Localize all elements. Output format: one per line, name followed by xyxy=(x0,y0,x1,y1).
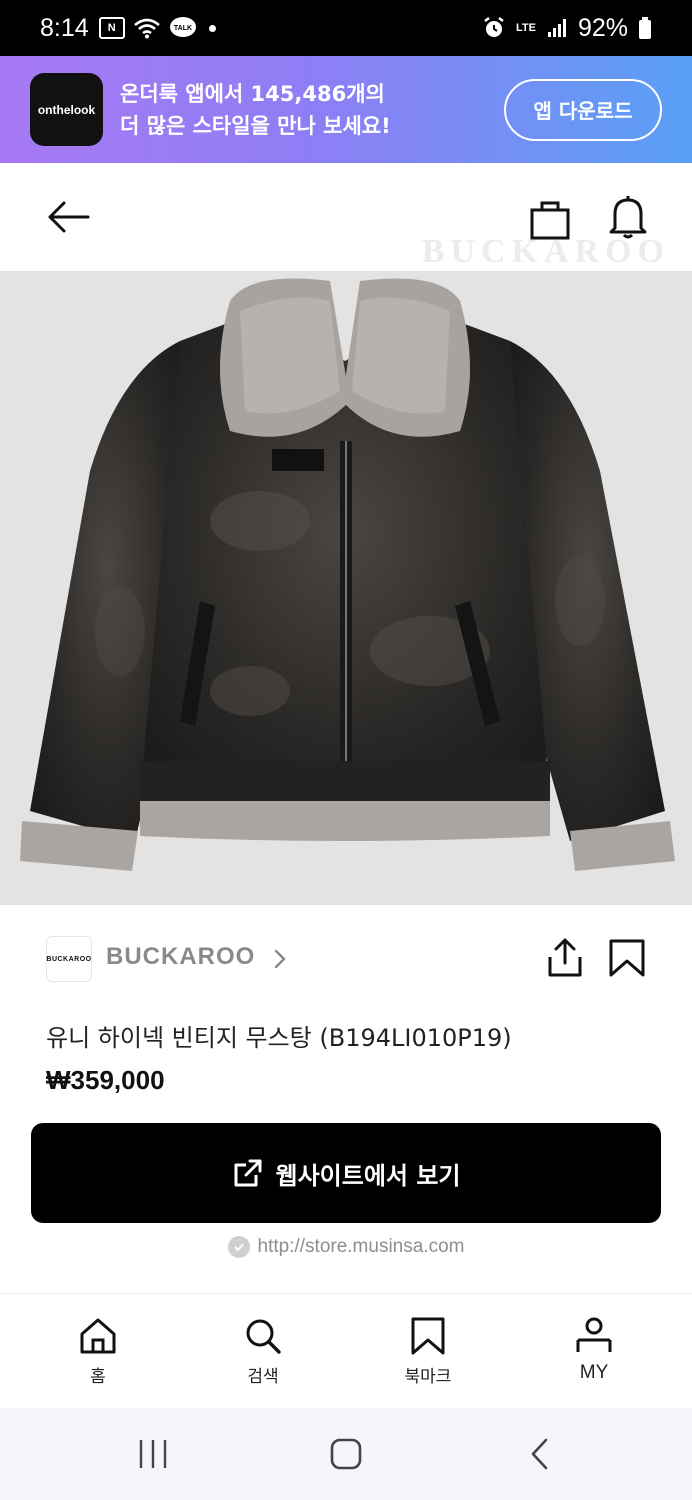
app-header: BUCKAROO xyxy=(0,163,692,271)
back-chevron-icon xyxy=(531,1438,548,1470)
brand-row: BUCKAROO BUCKAROO xyxy=(0,905,692,1015)
back-system-button[interactable] xyxy=(515,1436,565,1472)
nav-search[interactable]: 검색 xyxy=(203,1316,323,1387)
recent-apps-button[interactable] xyxy=(128,1436,178,1472)
product-title: 유니 하이넥 빈티지 무스탕 (B194LI010P19) xyxy=(46,1024,512,1052)
nav-home-label: 홈 xyxy=(90,1367,106,1387)
svg-text:TALK: TALK xyxy=(174,25,192,32)
visit-website-label: 웹사이트에서 보기 xyxy=(275,1161,461,1190)
bottom-nav: 홈 검색 북마크 MY xyxy=(0,1293,692,1408)
wifi-icon xyxy=(133,18,160,39)
lte-indicator: LTE xyxy=(515,22,536,34)
share-button[interactable] xyxy=(544,937,586,979)
nav-bookmark-label: 북마크 xyxy=(404,1367,452,1387)
brand-logo[interactable]: BUCKAROO xyxy=(46,936,92,982)
back-arrow-icon xyxy=(48,201,90,233)
bookmark-icon xyxy=(609,939,645,977)
promo-line-1: 온더룩 앱에서 145,486개의 xyxy=(120,81,385,106)
bookmark-button[interactable] xyxy=(606,937,648,979)
product-image[interactable] xyxy=(0,271,692,905)
store-url: http://store.musinsa.com xyxy=(0,1236,692,1258)
nav-search-label: 검색 xyxy=(247,1367,279,1387)
alarm-icon xyxy=(484,17,504,37)
promo-line-2: 더 많은 스타일을 만나 보세요! xyxy=(120,113,391,138)
bookmark-icon xyxy=(411,1317,445,1355)
brand-watermark: BUCKAROO xyxy=(421,233,670,270)
back-button[interactable] xyxy=(42,193,94,241)
external-link-icon xyxy=(234,1159,261,1187)
check-circle-icon xyxy=(227,1236,250,1258)
home-system-button[interactable] xyxy=(321,1436,371,1472)
share-icon xyxy=(548,938,582,977)
status-time: 8:14 xyxy=(40,13,89,42)
nav-my[interactable]: MY xyxy=(534,1316,654,1384)
more-notifications-dot xyxy=(208,24,216,32)
home-icon xyxy=(80,1318,116,1354)
user-icon xyxy=(576,1317,612,1352)
home-square-icon xyxy=(330,1438,362,1470)
search-icon xyxy=(246,1319,281,1354)
brand-name-link[interactable]: BUCKAROO xyxy=(106,943,255,971)
promo-text: 온더룩 앱에서 145,486개의 더 많은 스타일을 만나 보세요! xyxy=(120,78,391,142)
notification-app-icon: N xyxy=(98,17,125,39)
recent-apps-icon xyxy=(139,1440,167,1468)
app-download-button[interactable]: 앱 다운로드 xyxy=(504,78,662,141)
system-nav-bar xyxy=(0,1408,692,1500)
talk-icon: TALK xyxy=(169,17,196,37)
product-price: ₩359,000 xyxy=(46,1065,165,1095)
store-url-text: http://store.musinsa.com xyxy=(257,1236,465,1257)
status-bar: 8:14 N TALK LTE 92% xyxy=(0,0,692,56)
onthelook-logo: onthelook xyxy=(30,73,103,146)
nav-home[interactable]: 홈 xyxy=(38,1316,158,1387)
visit-website-button[interactable]: 웹사이트에서 보기 xyxy=(31,1123,661,1223)
nav-my-label: MY xyxy=(579,1362,609,1383)
jacket-illustration xyxy=(20,278,675,871)
nav-bookmark[interactable]: 북마크 xyxy=(368,1316,488,1387)
battery-icon xyxy=(639,17,651,39)
app-promo-banner: onthelook 온더룩 앱에서 145,486개의 더 많은 스타일을 만나… xyxy=(0,56,692,163)
battery-percent: 92% xyxy=(577,13,628,42)
chevron-right-icon[interactable] xyxy=(270,945,290,973)
signal-icon xyxy=(547,19,566,37)
